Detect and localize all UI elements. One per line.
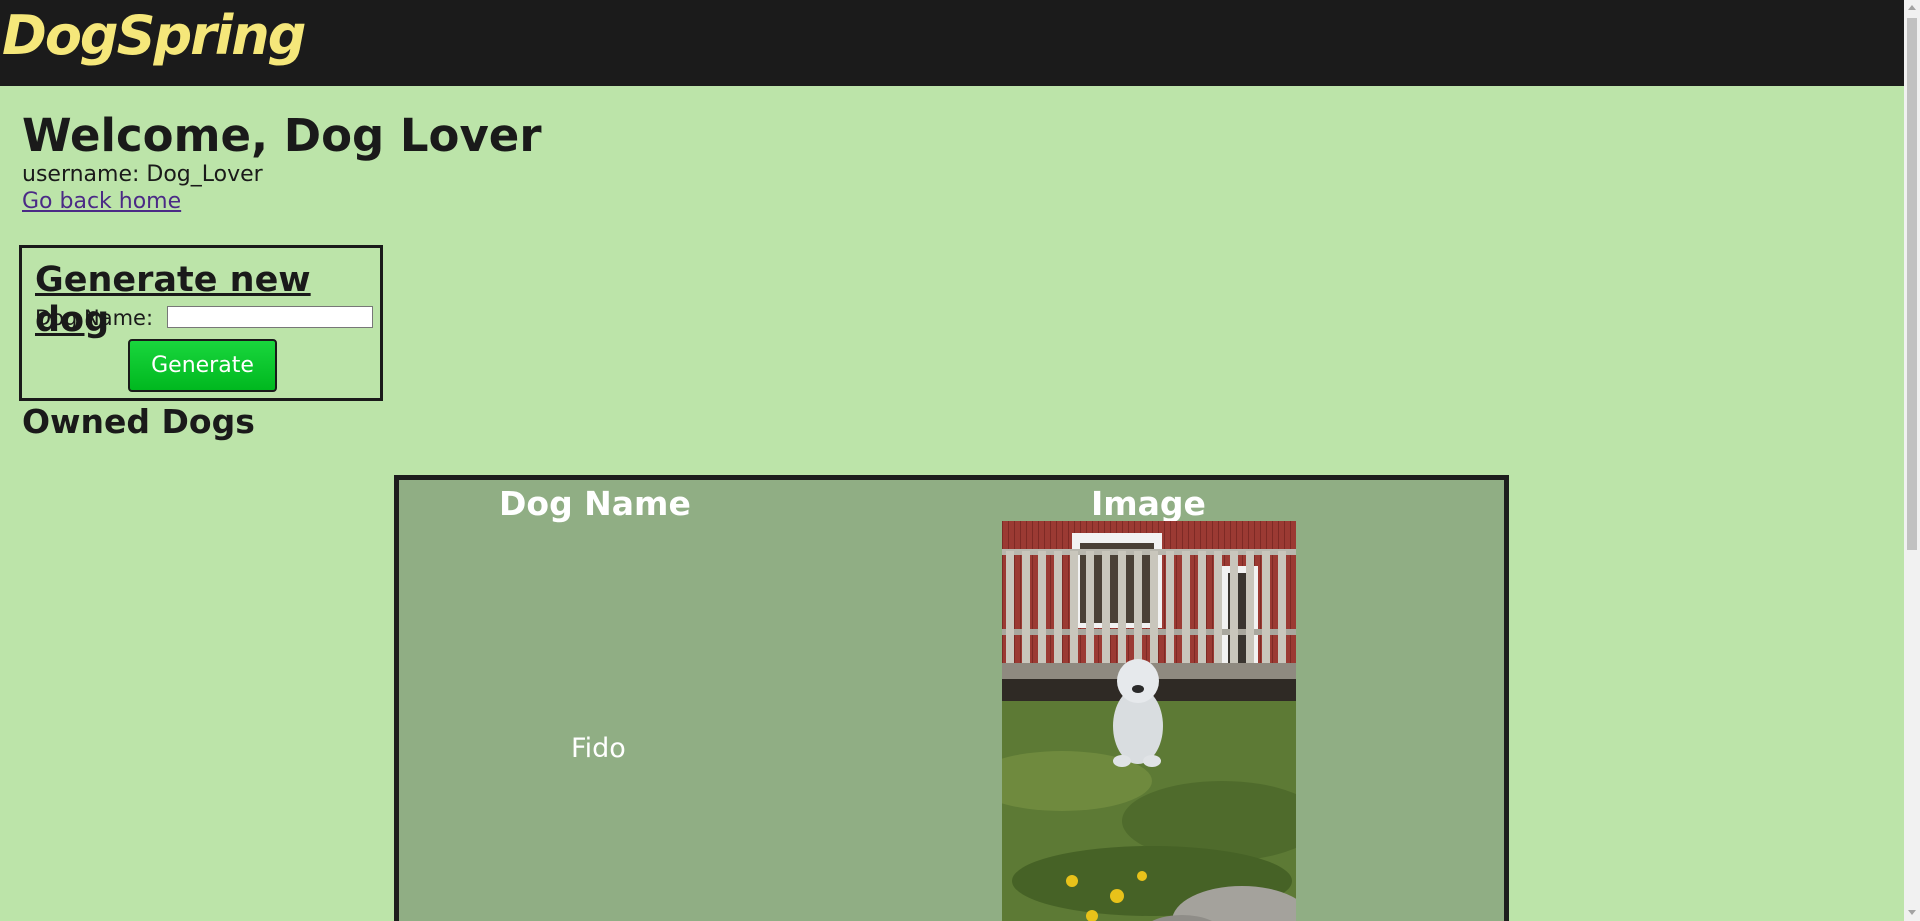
username-text: username: Dog_Lover xyxy=(22,162,263,187)
dog-name-label: Dog Name: xyxy=(35,306,154,330)
scroll-down-arrow-icon[interactable] xyxy=(1908,910,1916,915)
dog-photo xyxy=(1002,521,1296,921)
column-header-dog-name: Dog Name xyxy=(499,484,691,523)
dog-name-input[interactable] xyxy=(167,306,373,328)
owned-dogs-heading: Owned Dogs xyxy=(22,402,255,441)
owned-dogs-table: Dog Name Image Fido xyxy=(394,475,1509,921)
page: DogSpring Welcome, Dog Lover username: D… xyxy=(0,0,1920,921)
generate-button[interactable]: Generate xyxy=(128,339,277,392)
scrollbar-thumb[interactable] xyxy=(1907,18,1917,550)
dog-photo-image xyxy=(1002,521,1296,921)
generate-dog-form: Generate new dog Dog Name: Generate xyxy=(19,245,383,401)
scroll-up-arrow-icon[interactable] xyxy=(1908,5,1916,10)
brand-logo[interactable]: DogSpring xyxy=(2,0,306,72)
top-navbar: DogSpring xyxy=(0,0,1904,86)
welcome-heading: Welcome, Dog Lover xyxy=(22,109,542,162)
dog-name-cell: Fido xyxy=(571,733,626,764)
go-back-home-link[interactable]: Go back home xyxy=(22,189,181,215)
vertical-scrollbar[interactable] xyxy=(1904,0,1920,921)
column-header-image: Image xyxy=(1091,484,1206,523)
